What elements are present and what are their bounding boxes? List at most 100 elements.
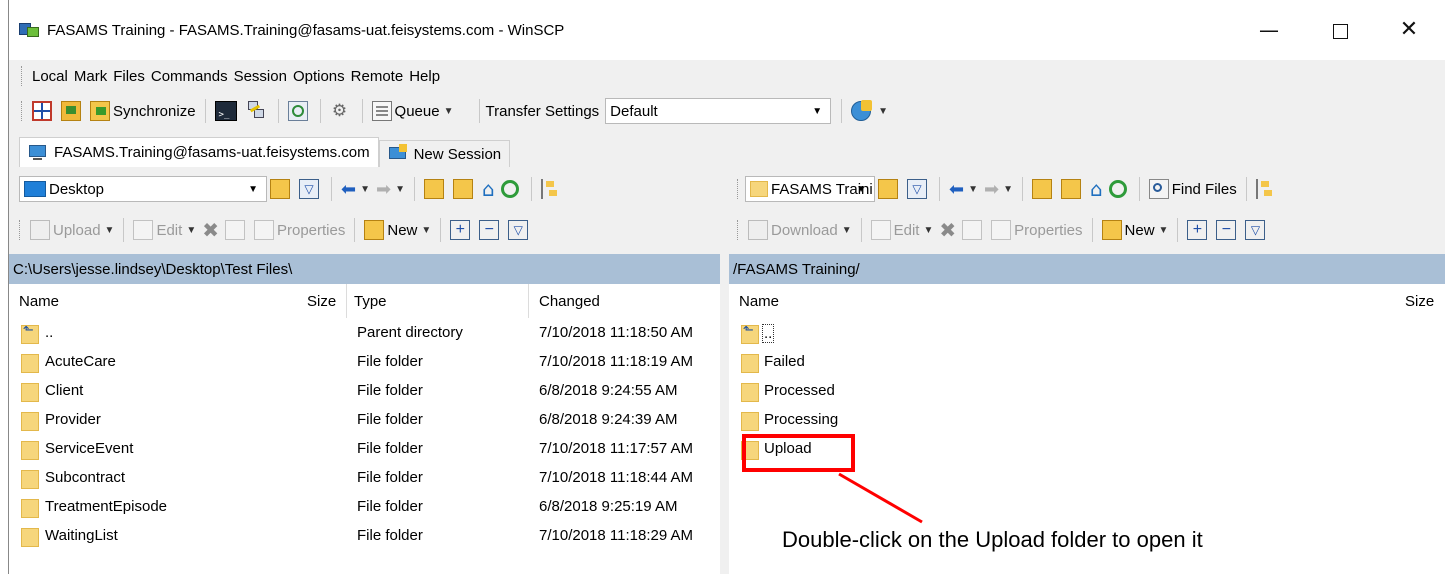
window-title: FASAMS Training - FASAMS.Training@fasams…: [47, 21, 565, 39]
download-button[interactable]: Download ▼: [745, 216, 855, 244]
remote-delete-button[interactable]: ✖: [936, 216, 959, 244]
local-back-button[interactable]: ⬅ ▼: [338, 175, 373, 203]
table-row[interactable]: ..: [729, 320, 1445, 349]
menu-files[interactable]: Files: [110, 68, 148, 85]
remote-parent-directory-button[interactable]: [1029, 175, 1058, 203]
menu-help[interactable]: Help: [406, 68, 443, 85]
tree-icon: [540, 179, 561, 199]
local-unselect-all-button[interactable]: −: [476, 216, 505, 244]
open-terminal-button[interactable]: >_: [212, 97, 243, 125]
tab-session[interactable]: FASAMS.Training@fasams-uat.feisystems.co…: [19, 137, 379, 167]
file-type: File folder: [357, 411, 423, 428]
local-open-directory-button[interactable]: [267, 175, 296, 203]
remote-edit-button[interactable]: Edit ▼: [868, 216, 937, 244]
remote-home-button[interactable]: ⌂: [1087, 175, 1106, 203]
local-forward-button[interactable]: ➡ ▼: [373, 175, 408, 203]
local-filter-button[interactable]: ▽: [296, 175, 325, 203]
table-row[interactable]: Provider File folder 6/8/2018 9:24:39 AM: [9, 407, 720, 436]
queue-button[interactable]: Queue ▼: [369, 97, 457, 125]
local-navigation-toolbar: Desktop ▼ ▽ ⬅ ▼ ➡ ▼ ⌂: [9, 173, 720, 205]
menubar-grip[interactable]: [21, 66, 24, 86]
remote-new-button[interactable]: New ▼: [1099, 216, 1172, 244]
find-files-button[interactable]: Find Files: [1146, 175, 1240, 203]
menu-session[interactable]: Session: [231, 68, 290, 85]
remote-root-directory-button[interactable]: [1058, 175, 1087, 203]
local-home-button[interactable]: ⌂: [479, 175, 498, 203]
local-root-directory-button[interactable]: [450, 175, 479, 203]
local-edit-button[interactable]: Edit ▼: [130, 216, 199, 244]
table-row[interactable]: Client File folder 6/8/2018 9:24:55 AM: [9, 378, 720, 407]
menu-local[interactable]: Local: [29, 68, 71, 85]
table-row[interactable]: WaitingList File folder 7/10/2018 11:18:…: [9, 523, 720, 552]
upload-button[interactable]: Upload ▼: [27, 216, 117, 244]
transfer-settings-select[interactable]: Default ▼: [605, 98, 832, 124]
local-filter-select-button[interactable]: ▽: [505, 216, 534, 244]
column-header-size[interactable]: Size: [307, 284, 336, 318]
column-header-name[interactable]: Name: [19, 284, 59, 318]
remote-filter-select-button[interactable]: ▽: [1242, 216, 1271, 244]
compare-directories-button[interactable]: [29, 97, 58, 125]
remote-edit-label: Edit: [893, 221, 920, 239]
parent-directory-icon: [741, 323, 759, 344]
toolbar-grip[interactable]: [737, 220, 740, 240]
remote-location-select[interactable]: FASAMS Traini ▼: [745, 176, 875, 202]
menu-mark[interactable]: Mark: [71, 68, 110, 85]
chevron-down-icon: ▼: [248, 183, 258, 195]
menu-remote[interactable]: Remote: [348, 68, 407, 85]
local-refresh-button[interactable]: [498, 175, 525, 203]
session-tabs: FASAMS.Training@fasams-uat.feisystems.co…: [19, 137, 511, 167]
local-select-all-button[interactable]: +: [447, 216, 476, 244]
remote-open-directory-button[interactable]: [875, 175, 904, 203]
table-row[interactable]: Subcontract File folder 7/10/2018 11:18:…: [9, 465, 720, 494]
remote-filter-button[interactable]: ▽: [904, 175, 933, 203]
close-button[interactable]: ✕: [1394, 16, 1424, 46]
refresh-both-button[interactable]: [285, 97, 314, 125]
tab-new-session[interactable]: New Session: [378, 140, 511, 167]
menu-options[interactable]: Options: [290, 68, 348, 85]
maximize-button[interactable]: [1325, 16, 1355, 46]
local-new-button[interactable]: New ▼: [361, 216, 434, 244]
local-location-select[interactable]: Desktop ▼: [19, 176, 267, 202]
toolbar-grip[interactable]: [21, 101, 24, 121]
column-header-size[interactable]: Size: [1405, 284, 1434, 318]
remote-tree-button[interactable]: [1253, 175, 1282, 203]
panel-splitter[interactable]: [720, 254, 729, 574]
chevron-down-icon: ▼: [812, 105, 823, 117]
toolbar-separator: [361, 99, 363, 123]
menu-commands[interactable]: Commands: [148, 68, 231, 85]
toolbar-separator: [277, 99, 279, 123]
table-row[interactable]: .. Parent directory 7/10/2018 11:18:50 A…: [9, 320, 720, 349]
remote-properties-button[interactable]: Properties: [988, 216, 1085, 244]
column-header-changed[interactable]: Changed: [539, 284, 600, 318]
table-row[interactable]: Processing: [729, 407, 1445, 436]
file-name: Processing: [764, 411, 839, 428]
table-row[interactable]: TreatmentEpisode File folder 6/8/2018 9:…: [9, 494, 720, 523]
remote-rename-button[interactable]: [959, 216, 988, 244]
remote-back-button[interactable]: ⬅ ▼: [946, 175, 981, 203]
synchronize-browsing-button[interactable]: [58, 97, 87, 125]
local-rename-button[interactable]: [222, 216, 251, 244]
table-row[interactable]: ServiceEvent File folder 7/10/2018 11:17…: [9, 436, 720, 465]
minimize-button[interactable]: —: [1254, 16, 1284, 46]
remote-unselect-all-button[interactable]: −: [1213, 216, 1242, 244]
remote-refresh-button[interactable]: [1106, 175, 1133, 203]
toolbar-grip[interactable]: [19, 220, 22, 240]
column-header-type[interactable]: Type: [354, 284, 387, 318]
transfer-preset-button[interactable]: ▼: [848, 97, 891, 125]
table-row[interactable]: AcuteCare File folder 7/10/2018 11:18:19…: [9, 349, 720, 378]
synchronize-button[interactable]: Synchronize: [87, 97, 199, 125]
remote-forward-button[interactable]: ➡ ▼: [981, 175, 1016, 203]
file-changed: 7/10/2018 11:18:44 AM: [539, 469, 694, 486]
table-row[interactable]: Processed: [729, 378, 1445, 407]
remote-select-all-button[interactable]: +: [1184, 216, 1213, 244]
local-tree-button[interactable]: [538, 175, 567, 203]
local-parent-directory-button[interactable]: [421, 175, 450, 203]
local-delete-button[interactable]: ✖: [199, 216, 222, 244]
preferences-button[interactable]: ⚙: [327, 97, 356, 125]
local-properties-button[interactable]: Properties: [251, 216, 348, 244]
upload-icon: [30, 220, 50, 240]
table-row[interactable]: Failed: [729, 349, 1445, 378]
toolbar-grip[interactable]: [737, 179, 740, 199]
putty-button[interactable]: [243, 97, 272, 125]
column-header-name[interactable]: Name: [739, 284, 779, 318]
